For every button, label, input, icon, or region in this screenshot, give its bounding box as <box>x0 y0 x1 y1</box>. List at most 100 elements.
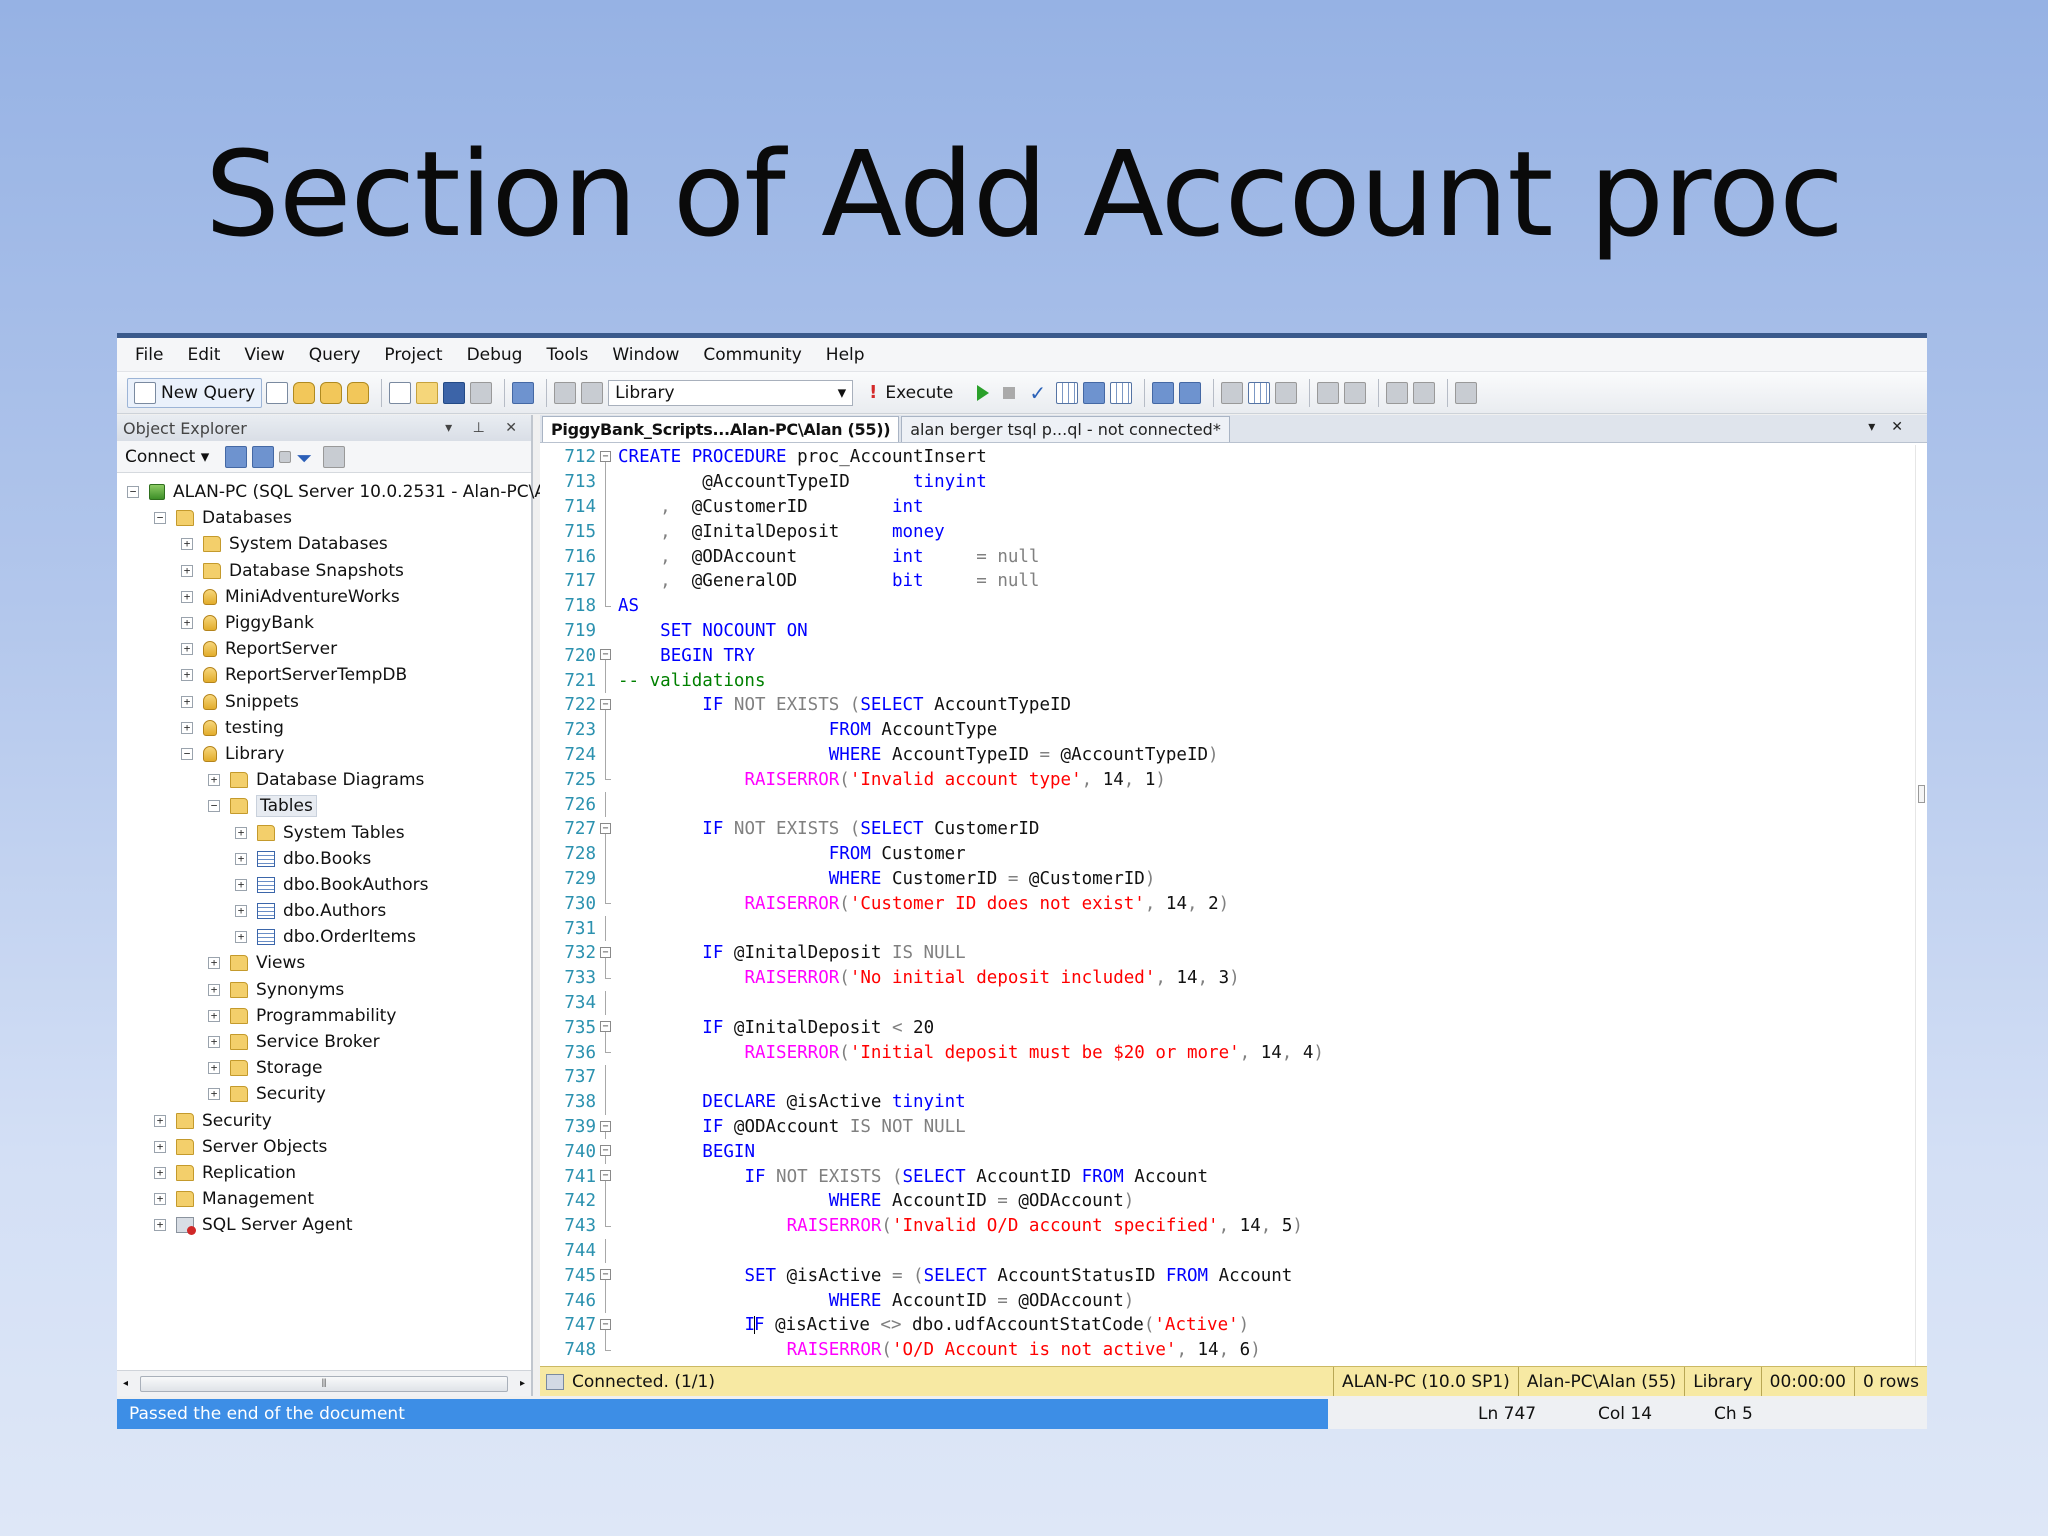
tree-node[interactable]: + Synonyms <box>117 977 531 1003</box>
save-icon[interactable] <box>443 381 466 404</box>
collapse-region-icon[interactable]: − <box>600 699 611 710</box>
tree-node[interactable]: + Views <box>117 950 531 976</box>
disconnect-icon[interactable] <box>581 381 604 404</box>
tree-node[interactable]: + PiggyBank <box>117 610 531 636</box>
tree-node[interactable]: − Tables <box>117 793 531 819</box>
expand-icon[interactable]: + <box>181 564 193 577</box>
results-to-file-icon[interactable] <box>1275 381 1298 404</box>
expand-icon[interactable]: + <box>181 538 193 551</box>
outline-gutter[interactable]: − <box>596 1015 614 1041</box>
code-line[interactable]: 737 <box>540 1065 1915 1090</box>
code-line[interactable]: 746 WHERE AccountID = @ODAccount) <box>540 1288 1915 1313</box>
collapse-icon[interactable]: − <box>154 512 166 525</box>
disconnect-object-explorer-icon[interactable] <box>252 445 275 468</box>
collapse-region-icon[interactable]: − <box>600 947 611 958</box>
code-line[interactable]: 732− IF @InitalDeposit IS NULL <box>540 941 1915 966</box>
expand-icon[interactable]: + <box>235 852 247 865</box>
activity-monitor-icon[interactable] <box>512 381 535 404</box>
expand-icon[interactable]: + <box>208 983 220 996</box>
new-file-icon[interactable] <box>266 381 289 404</box>
code-line[interactable]: 731 <box>540 916 1915 941</box>
tree-node[interactable]: + System Tables <box>117 819 531 845</box>
code-line[interactable]: 712− CREATE PROCEDURE proc_AccountInsert <box>540 445 1915 470</box>
code-line[interactable]: 742 WHERE AccountID = @ODAccount) <box>540 1189 1915 1214</box>
tree-node[interactable]: + Programmability <box>117 1003 531 1029</box>
code-line[interactable]: 734 <box>540 990 1915 1016</box>
tree-node[interactable]: + ReportServerTempDB <box>117 662 531 688</box>
collapse-region-icon[interactable]: − <box>600 1021 611 1033</box>
menu-tools[interactable]: Tools <box>546 345 588 365</box>
code-line[interactable]: 730 RAISERROR('Customer ID does not exis… <box>540 891 1915 916</box>
scrollbar-thumb[interactable]: ⦀ <box>140 1375 508 1392</box>
collapse-region-icon[interactable]: − <box>600 1269 611 1281</box>
expand-icon[interactable]: + <box>181 721 193 734</box>
expand-icon[interactable]: + <box>181 669 193 682</box>
tree-node[interactable]: + System Databases <box>117 531 531 557</box>
execute-button[interactable]: ! Execute <box>863 378 959 408</box>
tab-alan-berger-tsql[interactable]: alan berger tsql p...ql - not connected* <box>901 416 1230 442</box>
tree-node[interactable]: + dbo.Books <box>117 846 531 872</box>
tree-node[interactable]: − Library <box>117 741 531 767</box>
code-line[interactable]: 741− IF NOT EXISTS (SELECT AccountID FRO… <box>540 1164 1915 1189</box>
stop-icon[interactable] <box>279 450 292 463</box>
expand-icon[interactable]: + <box>208 957 220 970</box>
tree-node[interactable]: + MiniAdventureWorks <box>117 584 531 610</box>
collapse-region-icon[interactable]: − <box>600 451 611 462</box>
outline-gutter[interactable]: − <box>596 1139 614 1165</box>
connect-icon[interactable] <box>554 381 577 404</box>
collapse-region-icon[interactable]: − <box>600 1319 611 1330</box>
tree-node[interactable]: + Security <box>117 1108 531 1134</box>
outline-gutter[interactable]: − <box>596 941 614 966</box>
code-line[interactable]: 728 FROM Customer <box>540 841 1915 867</box>
tree-node[interactable]: + Server Objects <box>117 1134 531 1160</box>
uncomment-lines-icon[interactable] <box>1344 381 1367 404</box>
code-line[interactable]: 715 , @InitalDeposit money <box>540 519 1915 545</box>
menu-project[interactable]: Project <box>384 345 442 365</box>
tree-node[interactable]: + dbo.Authors <box>117 898 531 924</box>
expand-icon[interactable]: + <box>181 590 193 603</box>
add-file-icon[interactable] <box>389 381 412 404</box>
code-line[interactable]: 716 , @ODAccount int = null <box>540 544 1915 569</box>
code-line[interactable]: 745− SET @isActive = (SELECT AccountStat… <box>540 1263 1915 1289</box>
expand-icon[interactable]: + <box>208 1062 220 1075</box>
expand-icon[interactable]: + <box>181 695 193 708</box>
tree-node[interactable]: + Storage <box>117 1055 531 1081</box>
expand-icon[interactable]: + <box>154 1140 166 1153</box>
results-to-grid-icon[interactable] <box>1110 381 1133 404</box>
collapse-region-icon[interactable]: − <box>600 1170 611 1182</box>
expand-icon[interactable]: + <box>235 905 247 918</box>
panel-window-controls[interactable]: ▾ ⊥ ✕ <box>445 420 525 436</box>
collapse-icon[interactable]: − <box>181 747 193 760</box>
decrease-indent-icon[interactable] <box>1386 381 1409 404</box>
vertical-scrollbar[interactable] <box>1915 445 1927 1366</box>
comment-lines-icon[interactable] <box>1317 381 1340 404</box>
expand-icon[interactable]: + <box>154 1166 166 1179</box>
tree-node[interactable]: + Security <box>117 1081 531 1107</box>
code-line[interactable]: 735− IF @InitalDeposit < 20 <box>540 1015 1915 1041</box>
tree-node[interactable]: − Databases <box>117 505 531 531</box>
outline-gutter[interactable]: − <box>596 643 614 669</box>
code-line[interactable]: 739− IF @ODAccount IS NOT NULL <box>540 1115 1915 1140</box>
tree-node[interactable]: + ReportServer <box>117 636 531 662</box>
new-query-button[interactable]: New Query <box>127 377 263 408</box>
menu-view[interactable]: View <box>244 345 284 365</box>
tree-node[interactable]: + Management <box>117 1186 531 1212</box>
outline-gutter[interactable]: − <box>596 445 614 470</box>
code-line[interactable]: 725 RAISERROR('Invalid account type', 14… <box>540 767 1915 792</box>
increase-indent-icon[interactable] <box>1413 381 1436 404</box>
expand-icon[interactable]: + <box>154 1193 166 1206</box>
collapse-icon[interactable]: − <box>127 486 139 499</box>
expand-icon[interactable]: + <box>208 1009 220 1022</box>
expand-icon[interactable]: + <box>235 826 247 839</box>
connect-object-explorer-icon[interactable] <box>225 445 248 468</box>
menu-community[interactable]: Community <box>703 345 801 365</box>
code-line[interactable]: 722− IF NOT EXISTS (SELECT AccountTypeID <box>540 693 1915 718</box>
results-to-text-icon[interactable] <box>1221 381 1244 404</box>
code-line[interactable]: 724 WHERE AccountTypeID = @AccountTypeID… <box>540 742 1915 768</box>
outline-gutter[interactable]: − <box>596 817 614 842</box>
code-line[interactable]: 747− IF @isActive <> dbo.udfAccountStatC… <box>540 1313 1915 1338</box>
expand-icon[interactable]: + <box>154 1114 166 1127</box>
tree-node[interactable]: + Service Broker <box>117 1029 531 1055</box>
outline-gutter[interactable]: − <box>596 1263 614 1289</box>
code-line[interactable]: 717 , @GeneralOD bit = null <box>540 569 1915 594</box>
